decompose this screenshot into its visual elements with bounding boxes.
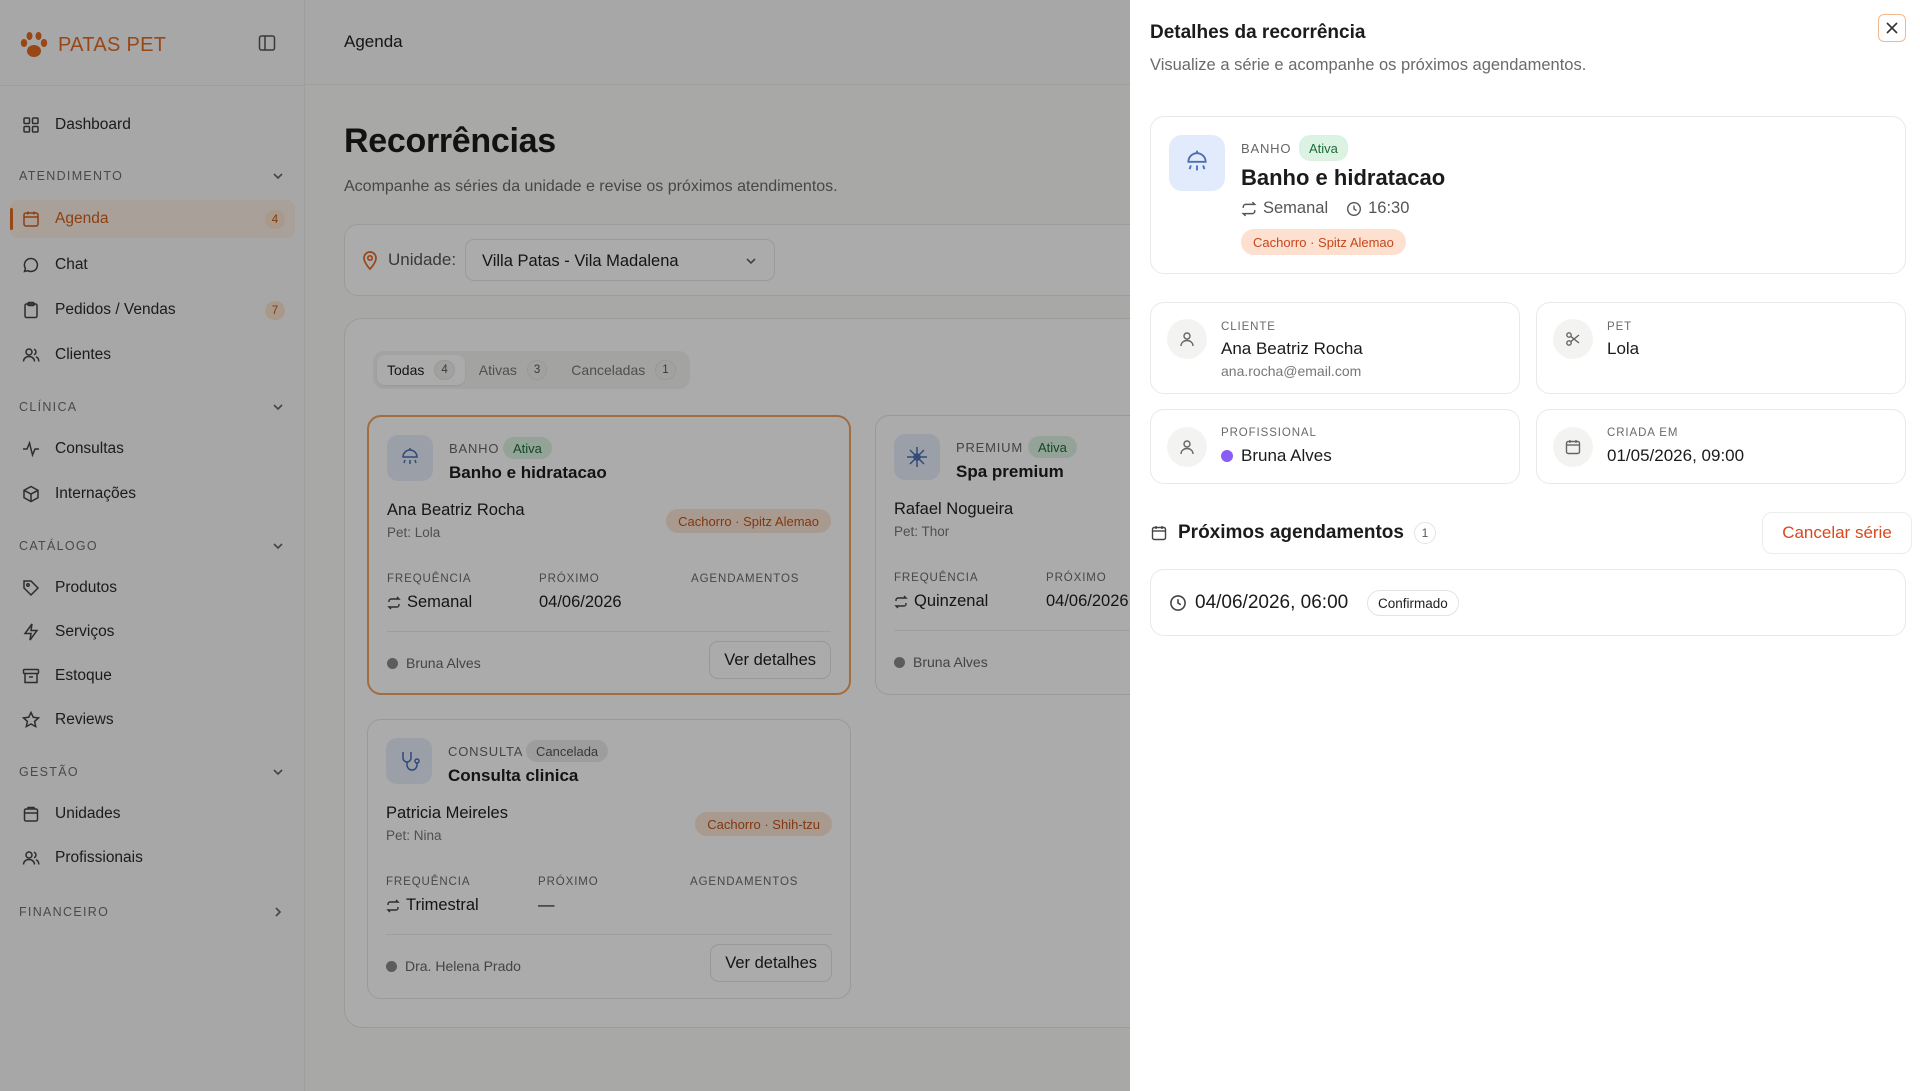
client-label: CLIENTE [1221,321,1276,333]
service-schedule: Semanal 16:30 [1241,199,1409,218]
scissors-icon [1553,319,1593,359]
professional-color-dot [1221,450,1233,462]
service-time: 16:30 [1368,199,1410,217]
clock-icon [1347,201,1362,216]
close-icon [1886,22,1898,34]
breed-badge: Cachorro · Spitz Alemao [1241,229,1406,255]
client-email: ana.rocha@email.com [1221,363,1362,379]
service-category: BANHO [1241,141,1292,156]
created-at-value: 01/05/2026, 09:00 [1607,446,1745,465]
cancel-series-button[interactable]: Cancelar série [1762,512,1912,554]
upcoming-appointments-count: 1 [1413,522,1436,544]
pet-label: PET [1607,321,1633,333]
drawer-title: Detalhes da recorrência [1150,22,1366,43]
appointment-row[interactable]: 04/06/2026, 06:00 Confirmado [1150,569,1906,636]
drawer-subtitle: Visualize a série e acompanhe os próximo… [1150,56,1587,74]
appointment-status-badge: Confirmado [1367,590,1459,616]
service-summary-card: BANHO Ativa Banho e hidratacao Semanal 1… [1150,116,1906,274]
clock-icon [1170,595,1186,611]
user-icon [1167,427,1207,467]
appointment-datetime: 04/06/2026, 06:00 [1195,592,1349,613]
created-at-card: CRIADA EM 01/05/2026, 09:00 [1536,409,1906,484]
close-button[interactable] [1878,14,1906,42]
shower-icon [1169,135,1225,191]
pet-info-card: PET Lola [1536,302,1906,394]
professional-label: PROFISSIONAL [1221,427,1317,439]
calendar-icon [1151,526,1167,541]
calendar-icon [1553,427,1593,467]
professional-name: Bruna Alves [1241,446,1332,465]
status-badge: Ativa [1299,135,1348,161]
repeat-icon [1241,201,1257,216]
service-title: Banho e hidratacao [1241,165,1446,190]
client-name: Ana Beatriz Rocha [1221,339,1363,358]
pet-name: Lola [1607,339,1640,358]
created-at-label: CRIADA EM [1607,427,1679,439]
professional-value: Bruna Alves [1221,446,1332,466]
client-info-card: CLIENTE Ana Beatriz Rocha ana.rocha@emai… [1150,302,1520,394]
upcoming-appointments-header: Próximos agendamentos 1 [1150,522,1436,544]
upcoming-appointments-title: Próximos agendamentos [1178,522,1404,543]
service-frequency: Semanal [1263,199,1329,217]
recurrence-details-drawer: Detalhes da recorrência Visualize a séri… [1130,0,1920,1091]
user-icon [1167,319,1207,359]
professional-info-card: PROFISSIONAL Bruna Alves [1150,409,1520,484]
